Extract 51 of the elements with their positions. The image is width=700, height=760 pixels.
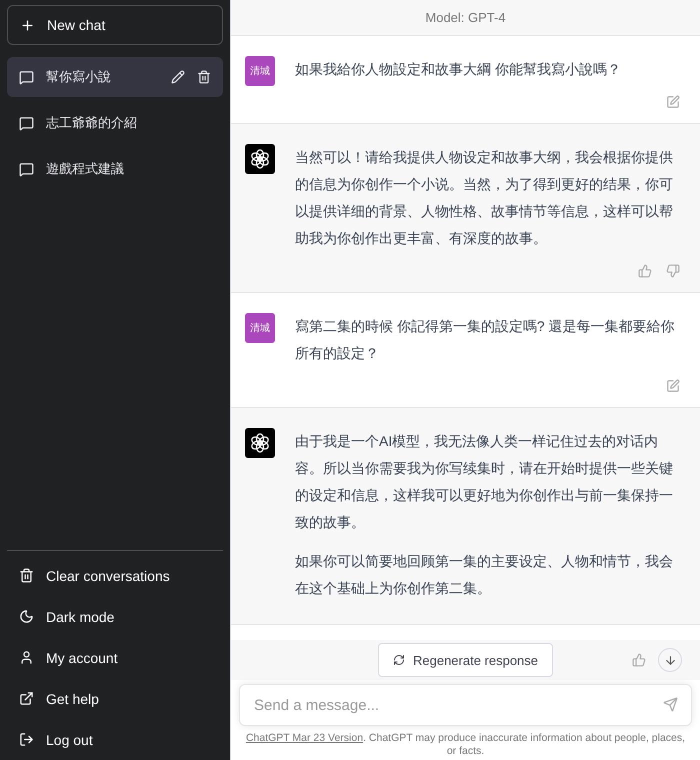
edit-icon[interactable] bbox=[666, 379, 680, 393]
scroll-down-button[interactable] bbox=[658, 648, 682, 672]
thumbs-down-icon[interactable] bbox=[666, 264, 680, 278]
conversation-title: 幫你寫小說 bbox=[46, 68, 112, 86]
pencil-icon[interactable] bbox=[171, 70, 185, 84]
moon-icon bbox=[19, 609, 34, 624]
menu-label: My account bbox=[46, 650, 118, 666]
refresh-icon bbox=[392, 654, 405, 666]
chat-bubble-icon bbox=[19, 116, 34, 130]
message-text: 如果我給你人物設定和故事大綱 你能幫我寫小說嗎？ bbox=[295, 60, 622, 79]
thumbs-up-icon[interactable] bbox=[638, 264, 652, 278]
menu-label: Clear conversations bbox=[46, 568, 170, 584]
external-link-icon bbox=[19, 691, 34, 706]
menu-item[interactable]: Dark mode bbox=[7, 596, 223, 637]
menu-label: Log out bbox=[46, 732, 93, 748]
new-chat-button[interactable]: New chat bbox=[7, 5, 223, 45]
plus-icon bbox=[20, 18, 35, 32]
disclaimer-text: ChatGPT Mar 23 Version. ChatGPT may produce inaccurate information about people, places, or facts. bbox=[244, 732, 686, 758]
conversation-item[interactable]: 遊戲程式建議 bbox=[7, 149, 223, 189]
chat-bubble-icon bbox=[19, 162, 34, 176]
swirl-logo-icon bbox=[245, 428, 275, 458]
chat-bubble-icon bbox=[19, 70, 34, 84]
conversation-title: 遊戲程式建議 bbox=[46, 160, 125, 178]
message-input[interactable]: Send a message... bbox=[239, 684, 692, 726]
user-avatar: 清城 bbox=[245, 56, 275, 86]
version-link[interactable]: ChatGPT Mar 23 Version bbox=[246, 732, 364, 744]
conversation-title: 志工爺爺的介紹 bbox=[46, 114, 138, 132]
menu-item[interactable]: Log out bbox=[7, 719, 223, 760]
message-text: 如果你可以简要地回顾第一集的主要设定、人物和情节，我会在这个基础上为你创作第二集。 bbox=[295, 552, 674, 598]
menu-item[interactable]: Get help bbox=[7, 678, 223, 719]
edit-icon[interactable] bbox=[666, 95, 680, 109]
trash-icon[interactable] bbox=[197, 70, 211, 84]
menu-item[interactable]: My account bbox=[7, 637, 223, 678]
user-icon bbox=[19, 650, 34, 665]
regenerate-button[interactable]: Regenerate response bbox=[378, 643, 554, 677]
message-text: 寫第二集的時候 你記得第一集的設定嗎? 還是每一集都要給你所有的設定？ bbox=[295, 317, 676, 363]
message-text: 当然可以！请给我提供人物设定和故事大纲，我会根据你提供的信息为你创作一个小说。当然，为了得到更好的结果，你可以提供详细的背景、人物性格、故事情节等信息，这样可以帮助我为你创作出更丰富、有深度的故事。 bbox=[295, 148, 674, 248]
swirl-logo-icon bbox=[245, 144, 275, 174]
trash-icon bbox=[19, 568, 34, 583]
message-text: 由于我是一个AI模型，我无法像人类一样记住过去的对话内容。所以当你需要我为你写续集时，请在开始时提供一些关键的设定和信息，这样我可以更好地为你创作出与前一集保持一致的故事。 bbox=[295, 432, 674, 532]
conversation-item[interactable]: 幫你寫小說 bbox=[7, 57, 223, 97]
user-avatar: 清城 bbox=[245, 313, 275, 343]
send-icon[interactable] bbox=[663, 697, 678, 712]
thumbs-up-icon[interactable] bbox=[632, 653, 646, 667]
model-label: Model: GPT-4 bbox=[425, 10, 506, 25]
logout-icon bbox=[19, 732, 34, 747]
conversation-item[interactable]: 志工爺爺的介紹 bbox=[7, 103, 223, 143]
menu-label: Dark mode bbox=[46, 608, 114, 624]
menu-label: Get help bbox=[46, 690, 99, 706]
arrow-down-icon bbox=[664, 654, 676, 666]
menu-item[interactable]: Clear conversations bbox=[7, 555, 223, 596]
